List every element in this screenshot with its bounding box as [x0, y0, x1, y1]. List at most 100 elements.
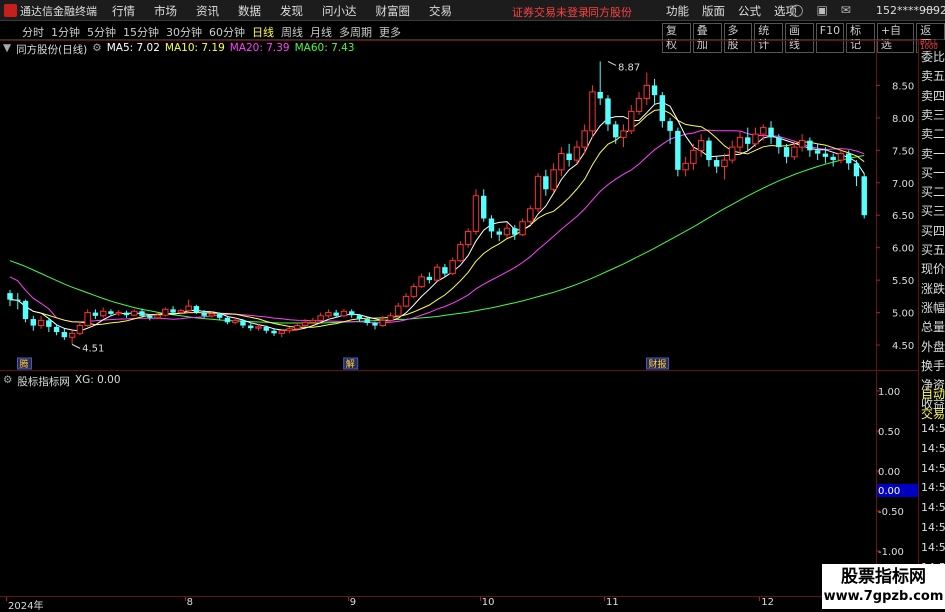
period-tab-8[interactable]: 月线: [310, 24, 332, 40]
menu-item-hangqing[interactable]: 行情: [112, 3, 135, 19]
minimize-icon[interactable]: —: [924, 2, 936, 16]
price-tick-label: 6.50: [892, 211, 914, 222]
period-tab-0[interactable]: 分时: [22, 24, 44, 40]
candle-body: [853, 163, 860, 177]
date-tick-mark: [184, 597, 186, 601]
trade-login-warning[interactable]: 证券交易未登录: [512, 4, 589, 20]
candle-body: [728, 146, 736, 161]
menu-item-caifuquan[interactable]: 财富圈: [376, 3, 411, 19]
candle-body: [690, 149, 697, 164]
right-panel-label[interactable]: 14:56: [921, 462, 945, 475]
header-stock-name: 同方股份: [588, 6, 632, 19]
main-chart-info: ▼ 同方股份(日线) ⚙ MA5: 7.02 MA10: 7.19 MA20: …: [3, 42, 354, 57]
candle-body: [534, 175, 542, 210]
sub-indicator-chart[interactable]: 1.00 0.50 0.00 -0.50 -1.00 0.00: [0, 371, 918, 596]
menu-item-shuju[interactable]: 数据: [238, 3, 261, 19]
candle-body: [309, 319, 317, 323]
right-panel-label[interactable]: 涨跌: [921, 280, 945, 297]
sub-tick-label: 1.00: [878, 387, 900, 398]
date-tick-label: 10: [481, 597, 495, 608]
right-panel-label[interactable]: 外盘: [921, 338, 945, 355]
candle-body: [798, 140, 806, 148]
candle-body: [301, 321, 309, 327]
menu-item-banmian[interactable]: 版面: [702, 3, 725, 19]
right-panel-label[interactable]: 买三: [921, 202, 945, 219]
candle-body: [395, 305, 402, 317]
candle-body: [317, 315, 324, 321]
period-tab-6[interactable]: 日线: [252, 24, 274, 40]
menu-item-zixun[interactable]: 资讯: [196, 3, 219, 19]
candle-body: [814, 150, 821, 154]
menu-item-shichang[interactable]: 市场: [154, 3, 177, 19]
candle-body: [659, 95, 666, 122]
candle-body: [92, 312, 99, 316]
candle-body: [635, 97, 643, 112]
menu-item-gongshi[interactable]: 公式: [738, 3, 761, 19]
candle-body: [651, 85, 658, 96]
menu-item-wenxiaoda[interactable]: 问小达: [322, 3, 357, 19]
right-panel-label[interactable]: 卖一: [921, 145, 945, 162]
candle-body: [589, 91, 596, 132]
date-tick-mark: [759, 597, 761, 601]
ma20-line: [9, 129, 865, 324]
menu-item-gongneng[interactable]: 功能: [666, 3, 689, 19]
kline-chart[interactable]: 4.50 5.00 5.50 6.00 6.50 7.00 7.50 8.00 8.50 8.87…: [0, 40, 945, 371]
right-panel-label[interactable]: 14:56: [921, 501, 945, 514]
candle-body: [550, 169, 557, 190]
candle-body: [139, 311, 145, 316]
period-tab-4[interactable]: 30分钟: [166, 24, 202, 40]
period-tab-10[interactable]: 更多: [379, 24, 401, 40]
right-panel-label[interactable]: 卖三: [921, 106, 945, 123]
right-panel-label[interactable]: 买二: [921, 183, 945, 200]
chart-title: 同方股份(日线): [16, 44, 88, 56]
right-panel-label[interactable]: 涨幅: [921, 299, 945, 316]
right-panel-label[interactable]: 卖五: [921, 67, 945, 84]
right-panel-label[interactable]: 14:56: [921, 442, 945, 455]
candle-body: [480, 195, 487, 219]
candle-body: [488, 218, 495, 232]
candle-body: [496, 231, 502, 235]
right-panel-label[interactable]: 现价: [921, 260, 945, 277]
period-tab-2[interactable]: 5分钟: [87, 24, 116, 40]
right-panel-label[interactable]: 14:56: [921, 481, 945, 494]
right-panel-label[interactable]: 自动: [921, 385, 945, 402]
candle-body: [379, 319, 386, 327]
candle-body: [464, 230, 472, 245]
right-panel-label[interactable]: 交易: [921, 405, 945, 422]
date-axis: 2024年 8 9 10 11 12: [0, 596, 920, 612]
candle-body: [543, 176, 549, 190]
candle-body: [115, 312, 122, 315]
right-panel-label[interactable]: 买四: [921, 222, 945, 239]
right-panel-label[interactable]: 卖二: [921, 125, 945, 142]
chart-settings-icon[interactable]: ⚙: [92, 42, 101, 57]
candle-body: [76, 325, 84, 334]
right-panel-label[interactable]: 买一: [921, 164, 945, 181]
menu-item-jiaoyi[interactable]: 交易: [429, 3, 452, 19]
candle-body: [30, 319, 37, 326]
candle-body: [442, 267, 448, 274]
sub-tick-label: 0.00: [878, 467, 900, 478]
candle-body: [457, 243, 464, 262]
right-panel-label[interactable]: 14:56: [921, 422, 945, 435]
candle-body: [193, 306, 200, 313]
right-panel-label[interactable]: 买五: [921, 241, 945, 258]
period-tab-1[interactable]: 1分钟: [51, 24, 80, 40]
period-bar: 分时 1分钟 5分钟 15分钟 30分钟 60分钟 日线 周线 月线 多周期 更多 复权 叠加 多股 统计…: [0, 22, 945, 53]
chart-collapse-icon[interactable]: ▼: [3, 42, 11, 57]
menu-item-faxian[interactable]: 发现: [280, 3, 303, 19]
candle-body: [721, 159, 728, 168]
message-icon[interactable]: ✉: [841, 3, 851, 17]
menu-bar: 通达信金融终端 行情 市场 资讯 数据 发现 问小达 财富圈 交易 证券交易未登…: [0, 0, 945, 21]
period-tab-3[interactable]: 15分钟: [123, 24, 159, 40]
right-panel-label[interactable]: 总量: [921, 318, 945, 335]
period-tab-7[interactable]: 周线: [281, 24, 303, 40]
right-panel-label[interactable]: 换手: [921, 357, 945, 374]
lock-icon[interactable]: ▣: [816, 3, 827, 17]
right-panel-label[interactable]: 卖四: [921, 87, 945, 104]
user-icon[interactable]: ◯: [790, 3, 803, 17]
right-panel-label[interactable]: 14:56: [921, 521, 945, 534]
period-tab-5[interactable]: 60分钟: [209, 24, 245, 40]
period-tab-9[interactable]: 多周期: [339, 24, 372, 40]
candle-body: [697, 140, 705, 151]
right-panel-label[interactable]: 14:56: [921, 541, 945, 554]
